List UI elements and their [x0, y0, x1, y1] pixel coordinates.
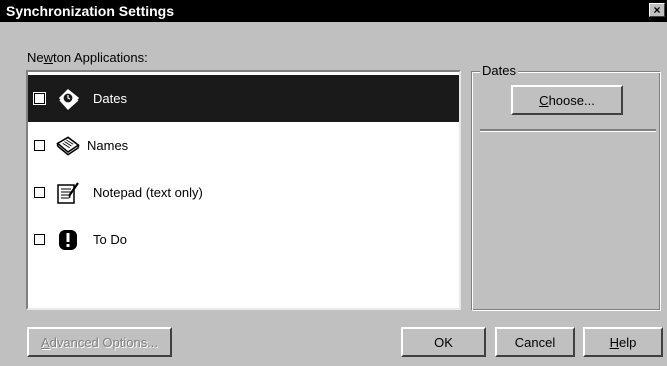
notepad-label: Notepad (text only) — [93, 185, 203, 200]
list-item-todo[interactable]: To Do — [28, 216, 459, 263]
applications-label: Newton Applications: — [27, 50, 148, 65]
title-bar: Synchronization Settings × — [0, 0, 667, 22]
details-group-title: Dates — [480, 63, 518, 78]
names-label: Names — [87, 138, 129, 153]
cancel-button[interactable]: Cancel — [495, 327, 575, 357]
applications-list[interactable]: Dates Names Notepad (text only) To Do — [26, 70, 461, 310]
details-divider — [480, 129, 656, 132]
todo-label: To Do — [93, 232, 127, 247]
todo-checkbox[interactable] — [34, 234, 45, 245]
list-item-notepad[interactable]: Notepad (text only) — [28, 169, 459, 216]
close-button[interactable]: × — [649, 3, 665, 17]
ok-button[interactable]: OK — [401, 327, 486, 357]
help-button[interactable]: Help — [583, 327, 663, 357]
advanced-options-button[interactable]: Advanced Options... — [27, 327, 172, 357]
todo-icon — [55, 227, 81, 253]
notepad-checkbox[interactable] — [34, 187, 45, 198]
notepad-icon — [55, 180, 81, 206]
names-checkbox[interactable] — [34, 140, 45, 151]
close-icon: × — [653, 3, 661, 17]
dates-icon — [55, 86, 81, 112]
names-icon — [55, 133, 81, 159]
choose-button[interactable]: Choose... — [511, 85, 623, 115]
list-item-names[interactable]: Names — [28, 122, 459, 169]
dates-checkbox[interactable] — [34, 93, 45, 104]
dates-label: Dates — [93, 91, 127, 106]
list-item-dates[interactable]: Dates — [28, 75, 459, 122]
window-title: Synchronization Settings — [6, 3, 175, 19]
